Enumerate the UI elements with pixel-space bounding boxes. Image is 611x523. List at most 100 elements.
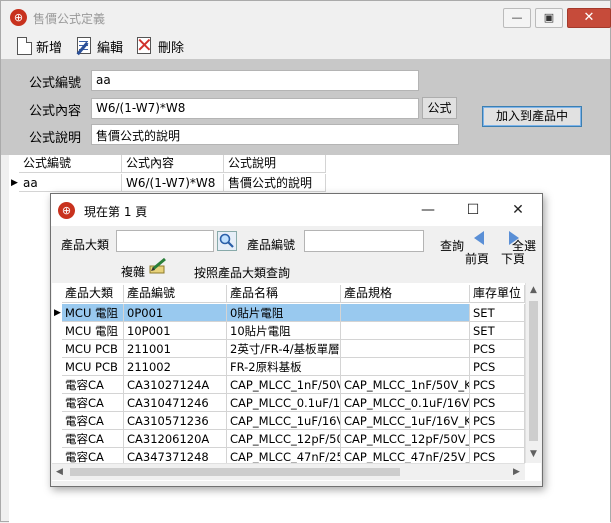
product-cell-category[interactable]: 電容CA — [62, 412, 124, 430]
main-titlebar[interactable]: ⊕ 售價公式定義 — ▣ ✕ — [1, 1, 611, 33]
scroll-up-icon[interactable]: ▲ — [530, 285, 537, 295]
edit-button[interactable]: 編輯 — [75, 35, 123, 57]
product-grid: 產品大類 產品編號 產品名稱 產品規格 庫存單位 ▶ MCU 電阻 0P001 0貼片電阻 SE… — [52, 283, 541, 481]
new-button-label: 新增 — [36, 40, 63, 56]
add-to-product-button[interactable]: 加入到產品中 — [482, 106, 582, 127]
product-cell-unit[interactable]: SET — [470, 322, 525, 340]
horizontal-scroll-thumb[interactable] — [70, 468, 400, 476]
delete-button-label: 刪除 — [158, 40, 185, 56]
product-grid-header-category[interactable]: 產品大類 — [62, 285, 124, 303]
main-window-title: 售價公式定義 — [33, 12, 106, 26]
product-cell-spec[interactable] — [341, 340, 470, 358]
formula-content-input[interactable]: W6/(1-W7)*W8 — [91, 98, 419, 119]
product-cell-name[interactable]: CAP_MLCC_12pF/50V — [227, 430, 341, 448]
product-cell-unit[interactable]: PCS — [470, 412, 525, 430]
minimize-button[interactable]: — — [503, 8, 531, 28]
product-cell-name[interactable]: FR-2原料基板 — [227, 358, 341, 376]
product-cell-unit[interactable]: PCS — [470, 394, 525, 412]
product-cell-name[interactable]: CAP_MLCC_0.1uF/16V — [227, 394, 341, 412]
product-cell-code[interactable]: 10P001 — [124, 322, 227, 340]
formula-code-input[interactable]: aa — [91, 70, 419, 91]
product-grid-header-spec[interactable]: 產品規格 — [341, 285, 470, 303]
vertical-scroll-thumb[interactable] — [529, 301, 538, 441]
edit-document-icon — [75, 37, 93, 56]
product-cell-category[interactable]: MCU PCB — [62, 358, 124, 376]
scroll-right-icon[interactable]: ▶ — [513, 467, 520, 477]
product-cell-unit[interactable]: SET — [470, 304, 525, 322]
product-cell-spec[interactable]: CAP_MLCC_0.1uF/16V_K — [341, 394, 470, 412]
product-cell-name[interactable]: CAP_MLCC_1nF/50V_ — [227, 376, 341, 394]
product-cell-category[interactable]: 電容CA — [62, 376, 124, 394]
row-selector-icon: ▶ — [11, 178, 18, 188]
product-cell-spec[interactable] — [341, 322, 470, 340]
category-label: 產品大類 — [61, 238, 110, 252]
product-cell-spec[interactable] — [341, 358, 470, 376]
prev-page-button[interactable]: 前頁 — [465, 250, 489, 267]
product-cell-code[interactable]: CA31027124A — [124, 376, 227, 394]
new-document-icon — [17, 37, 32, 55]
select-all-button[interactable]: 全選 — [512, 237, 536, 254]
product-cell-code[interactable]: CA310571236 — [124, 412, 227, 430]
product-cell-spec[interactable]: CAP_MLCC_1uF/16V_K_ — [341, 412, 470, 430]
formula-grid-header-desc[interactable]: 公式說明 — [224, 155, 326, 173]
scroll-down-icon[interactable]: ▼ — [530, 449, 537, 459]
formula-form: 公式編號 aa 公式內容 W6/(1-W7)*W8 公式 公式說明 售價公式的說… — [1, 59, 610, 155]
product-cell-unit[interactable]: PCS — [470, 340, 525, 358]
category-query-button[interactable]: 按照產品大類查詢 — [194, 264, 290, 281]
product-cell-category[interactable]: MCU 電阻 — [62, 322, 124, 340]
close-button[interactable]: ✕ — [567, 8, 611, 28]
product-cell-spec[interactable] — [341, 304, 470, 322]
dialog-titlebar[interactable]: ⊕ 現在第 1 頁 — ☐ ✕ — [51, 194, 542, 226]
pencil-icon[interactable] — [148, 256, 168, 276]
formula-cell-code[interactable]: aa — [19, 174, 122, 192]
formula-desc-input[interactable]: 售價公式的說明 — [91, 124, 459, 145]
product-cell-name[interactable]: 0貼片電阻 — [227, 304, 341, 322]
dialog-logo-icon: ⊕ — [58, 202, 75, 219]
formula-cell-content[interactable]: W6/(1-W7)*W8 — [122, 174, 224, 192]
edit-button-label: 編輯 — [97, 40, 124, 56]
dialog-minimize-button[interactable]: — — [418, 200, 438, 220]
category-input[interactable] — [116, 230, 214, 252]
formula-button[interactable]: 公式 — [422, 97, 457, 119]
product-cell-unit[interactable]: PCS — [470, 430, 525, 448]
scroll-left-icon[interactable]: ◀ — [56, 467, 63, 477]
search-icon[interactable] — [217, 231, 237, 251]
dialog-maximize-button[interactable]: ☐ — [463, 200, 483, 220]
product-grid-header-name[interactable]: 產品名稱 — [227, 285, 341, 303]
product-cell-category[interactable]: MCU 電阻 — [62, 304, 124, 322]
formula-cell-desc[interactable]: 售價公式的說明 — [224, 174, 326, 192]
product-cell-name[interactable]: CAP_MLCC_1uF/16V_ — [227, 412, 341, 430]
formula-grid-header-code[interactable]: 公式編號 — [19, 155, 122, 173]
vertical-scrollbar[interactable]: ▲ ▼ — [525, 283, 541, 463]
product-cell-name[interactable]: 10貼片電阻 — [227, 322, 341, 340]
product-cell-spec[interactable]: CAP_MLCC_1nF/50V_K_ — [341, 376, 470, 394]
main-toolbar: 新增 編輯 ✕ 刪除 — [1, 33, 610, 59]
product-cell-category[interactable]: 電容CA — [62, 430, 124, 448]
product-cell-unit[interactable]: PCS — [470, 376, 525, 394]
dialog-close-button[interactable]: ✕ — [508, 200, 528, 220]
formula-code-label: 公式編號 — [29, 76, 82, 91]
product-cell-spec[interactable]: CAP_MLCC_12pF/50V_J_ — [341, 430, 470, 448]
product-cell-unit[interactable]: PCS — [470, 358, 525, 376]
product-cell-category[interactable]: 電容CA — [62, 394, 124, 412]
product-grid-header-unit[interactable]: 庫存單位 — [470, 285, 525, 303]
product-cell-name[interactable]: 2英寸/FR-4/基板單層 — [227, 340, 341, 358]
horizontal-scrollbar[interactable]: ◀ ▶ — [52, 463, 525, 480]
new-button[interactable]: 新增 — [17, 35, 62, 57]
product-cell-code[interactable]: 211002 — [124, 358, 227, 376]
query-button[interactable]: 查詢 — [440, 237, 464, 254]
product-cell-code[interactable]: CA31206120A — [124, 430, 227, 448]
product-cell-code[interactable]: 0P001 — [124, 304, 227, 322]
product-cell-category[interactable]: MCU PCB — [62, 340, 124, 358]
product-code-label: 產品編號 — [247, 238, 296, 252]
product-cell-code[interactable]: 211001 — [124, 340, 227, 358]
delete-button[interactable]: ✕ 刪除 — [136, 34, 185, 57]
formula-grid-header-content[interactable]: 公式內容 — [122, 155, 224, 173]
product-cell-code[interactable]: CA310471246 — [124, 394, 227, 412]
copy-label[interactable]: 複雜 — [121, 263, 145, 280]
maximize-button[interactable]: ▣ — [535, 8, 563, 28]
prev-page-icon[interactable] — [472, 230, 486, 246]
product-grid-header-code[interactable]: 產品編號 — [124, 285, 227, 303]
product-code-input[interactable] — [304, 230, 424, 252]
formula-desc-label: 公式說明 — [29, 131, 82, 146]
